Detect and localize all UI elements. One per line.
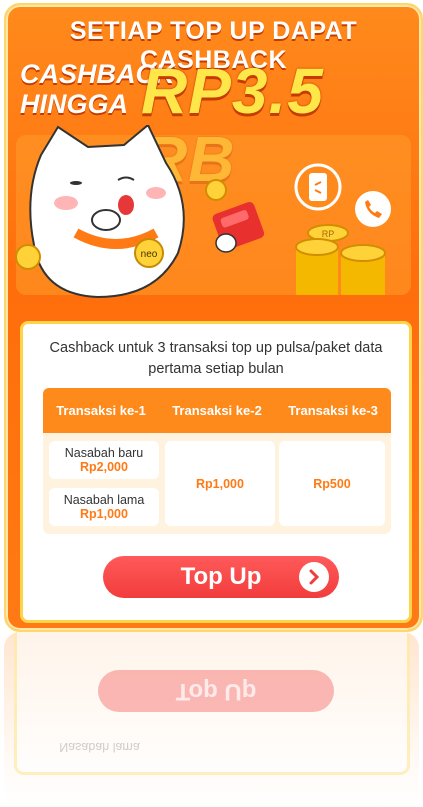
reflection-nasabah-lama: Nasabah lama (59, 740, 140, 754)
top-up-label: Top Up (180, 563, 262, 590)
nasabah-baru-value: Rp2,000 (80, 460, 128, 474)
neo-badge-text: neo (141, 249, 158, 260)
nasabah-lama-label: Nasabah lama (63, 493, 145, 507)
mascot-scene: neo RP (6, 125, 421, 305)
cashback-promo-card: SETIAP TOP UP DAPAT CASHBACK CASHBACK HI… (4, 3, 423, 632)
cat-mascot: neo (29, 125, 185, 299)
cell-transaksi-3: Rp500 (279, 441, 385, 526)
reflection-top-up-label: Top Up (175, 678, 257, 705)
phone-card-icon (294, 163, 342, 211)
cell-nasabah-baru: Nasabah baru Rp2,000 (49, 441, 159, 479)
cashback-info-panel: Cashback untuk 3 transaksi top up pulsa/… (20, 321, 412, 623)
cell-nasabah-lama: Nasabah lama Rp1,000 (49, 488, 159, 526)
cashback-description: Cashback untuk 3 transaksi top up pulsa/… (49, 340, 383, 377)
cashback-table: Transaksi ke-1 Transaksi ke-2 Transaksi … (43, 388, 391, 534)
phone-call-icon (355, 191, 391, 227)
nasabah-lama-value: Rp1,000 (80, 507, 128, 521)
cell-transaksi-2: Rp1,000 (165, 441, 275, 526)
top-up-button[interactable]: Top Up (103, 556, 339, 598)
chevron-right-icon (299, 562, 329, 592)
table-header: Transaksi ke-1 Transaksi ke-2 Transaksi … (43, 388, 391, 433)
column-transaksi-1: Nasabah baru Rp2,000 Nasabah lama Rp1,00… (49, 441, 159, 526)
coin-label: RP (322, 229, 335, 239)
header-transaksi-1: Transaksi ke-1 (56, 403, 146, 418)
header-transaksi-2: Transaksi ke-2 (172, 403, 262, 418)
reflection-top-up: Top Up (98, 670, 334, 712)
header-transaksi-3: Transaksi ke-3 (288, 403, 378, 418)
card-reflection: Top Up Nasabah lama (4, 632, 419, 807)
nasabah-baru-label: Nasabah baru (64, 446, 144, 460)
